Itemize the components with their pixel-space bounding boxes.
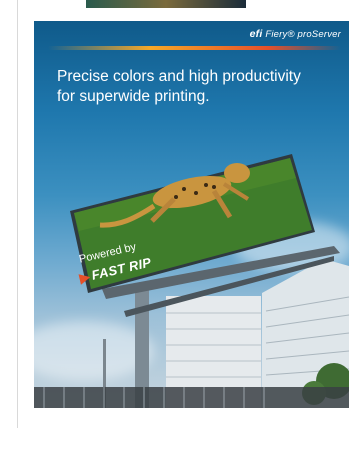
fence (34, 387, 349, 408)
page-divider (17, 0, 18, 428)
efi-wordmark: efi (249, 28, 263, 40)
headline-line-1: Precise colors and high productivity (57, 68, 301, 85)
ad-headline: Precise colors and high productivity for… (57, 67, 337, 107)
fiery-proserver-logo: efi Fiery® proServer (250, 28, 341, 40)
brand-name: Fiery® proServer (265, 29, 341, 40)
advertisement-image[interactable]: efi Fiery® proServer Precise colors and … (34, 21, 349, 408)
headline-line-2: for superwide printing. (57, 88, 210, 105)
previous-image-strip (86, 0, 246, 8)
brand-swoosh (48, 46, 341, 50)
